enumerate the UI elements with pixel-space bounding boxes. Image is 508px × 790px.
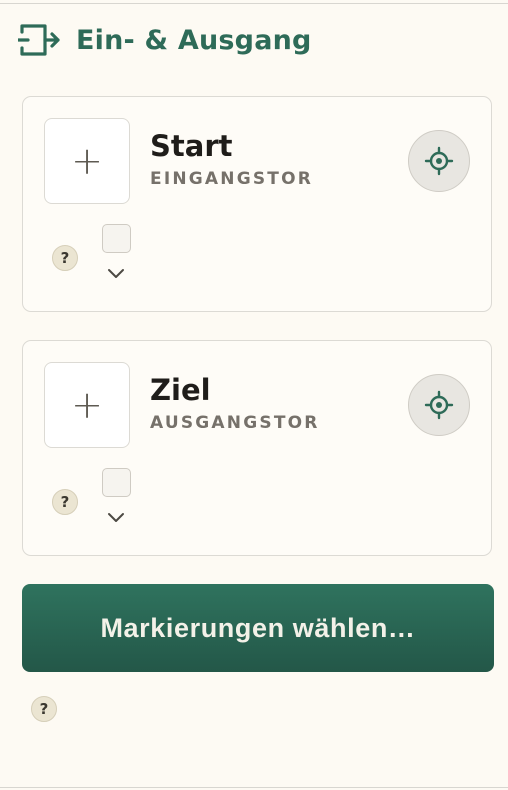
- crosshair-icon: [424, 390, 454, 420]
- add-goal-button[interactable]: +: [44, 362, 130, 448]
- help-icon[interactable]: ?: [52, 489, 78, 515]
- card-title: Ziel: [150, 373, 211, 407]
- crosshair-icon: [424, 146, 454, 176]
- card-subtitle: EINGANGSTOR: [150, 169, 314, 189]
- goal-checkbox[interactable]: [102, 468, 131, 497]
- card-subtitle: AUSGANGSTOR: [150, 413, 320, 433]
- add-start-button[interactable]: +: [44, 118, 130, 204]
- section-title: Ein- & Ausgang: [76, 24, 312, 56]
- start-card: + Start EINGANGSTOR ?: [22, 96, 492, 312]
- plus-icon: +: [71, 383, 103, 427]
- goal-card: + Ziel AUSGANGSTOR ?: [22, 340, 492, 556]
- chevron-down-icon[interactable]: [106, 511, 126, 525]
- bottom-divider: [0, 787, 508, 788]
- card-title: Start: [150, 129, 233, 163]
- start-checkbox[interactable]: [102, 224, 131, 253]
- plus-icon: +: [71, 139, 103, 183]
- entry-exit-icon: [18, 21, 60, 59]
- chevron-down-icon[interactable]: [106, 267, 126, 281]
- section-header: Ein- & Ausgang: [18, 22, 312, 58]
- help-icon[interactable]: ?: [52, 245, 78, 271]
- locate-start-button[interactable]: [408, 130, 470, 192]
- choose-markers-button[interactable]: Markierungen wählen…: [22, 584, 494, 672]
- locate-goal-button[interactable]: [408, 374, 470, 436]
- top-divider: [0, 3, 508, 4]
- help-icon[interactable]: ?: [31, 696, 57, 722]
